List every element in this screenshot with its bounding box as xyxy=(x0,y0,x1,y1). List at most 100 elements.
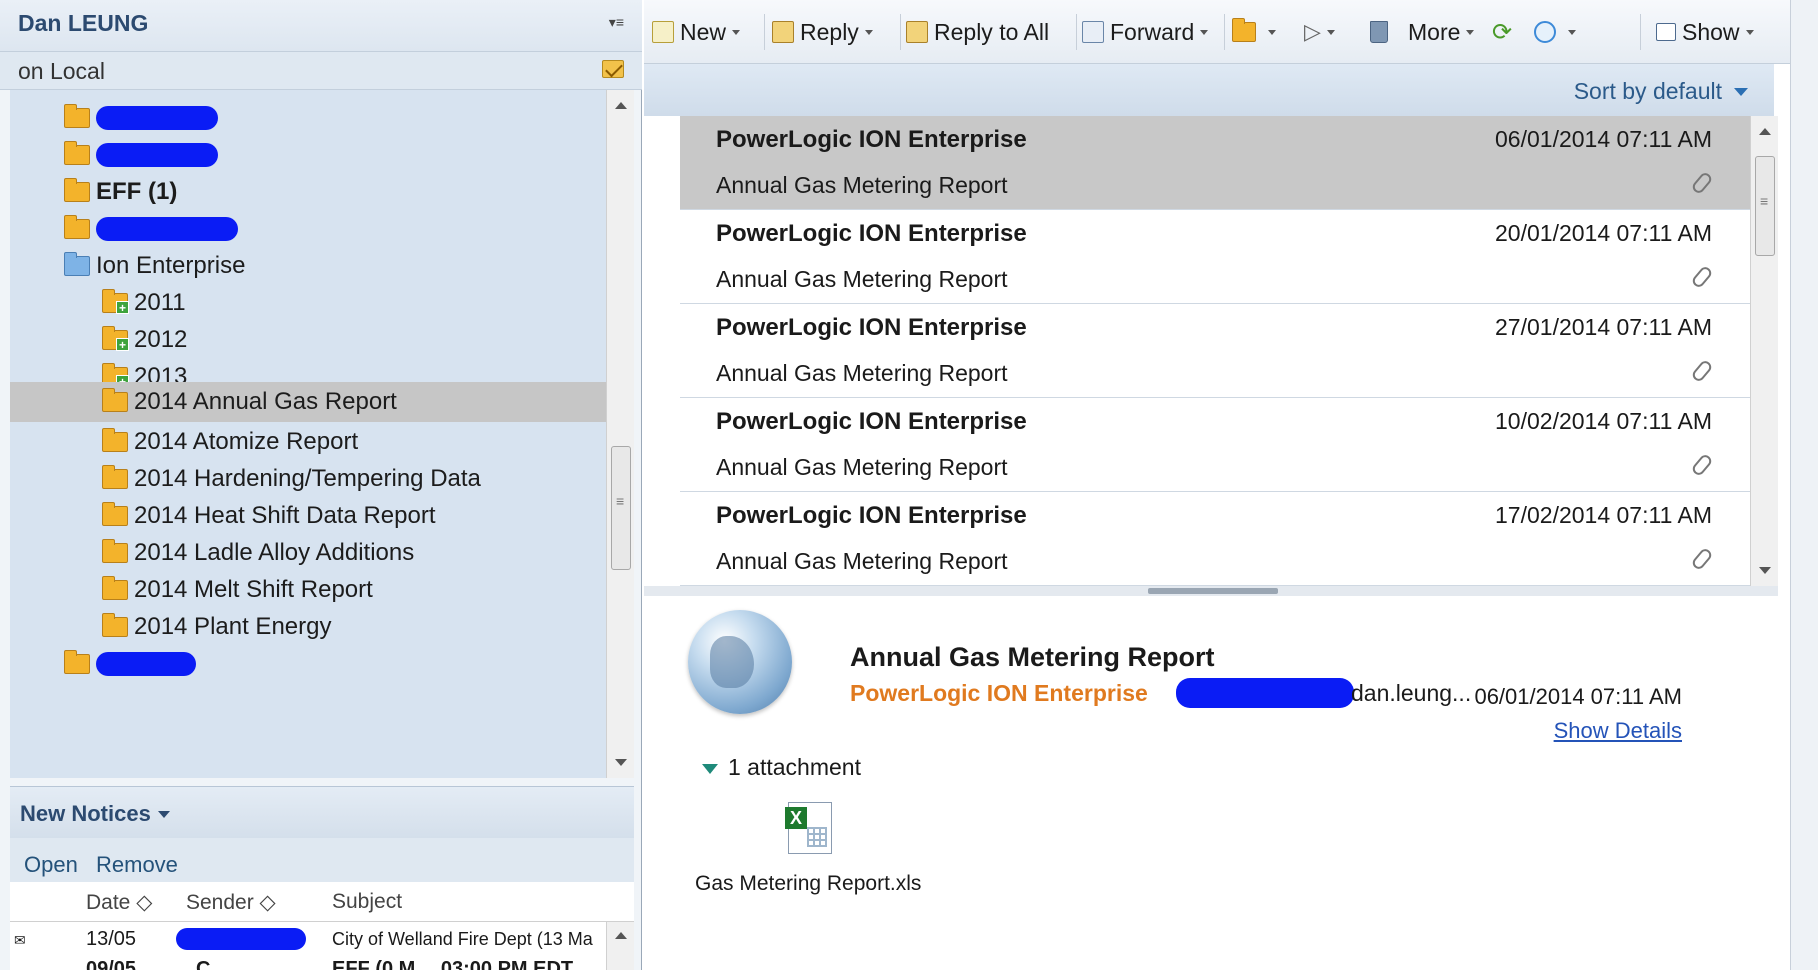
chevron-down-icon[interactable] xyxy=(1745,29,1754,35)
flag-icon: ▷ xyxy=(1304,19,1321,44)
folder-icon xyxy=(64,178,90,202)
left-panel: Dan LEUNG ▾≡ on Local EFF (1) Ion Enterp… xyxy=(0,0,642,970)
tree-folder-2012[interactable]: + 2012 xyxy=(102,320,187,360)
envelope-icon: ✉ xyxy=(14,932,26,948)
trash-icon xyxy=(1370,21,1388,43)
message-row[interactable]: PowerLogic ION Enterprise 20/01/2014 07:… xyxy=(680,210,1750,304)
paperclip-icon xyxy=(1690,170,1714,196)
notices-scrollbar[interactable] xyxy=(606,922,634,970)
new-notices-header[interactable]: New Notices xyxy=(10,786,634,838)
refresh-button[interactable]: ⟳ xyxy=(1492,16,1512,48)
tree-folder-label: 2014 Ladle Alloy Additions xyxy=(134,539,415,566)
mail-toolbar: New Reply Reply to All Forward ▷ More ⟳ xyxy=(644,0,1794,64)
new-button[interactable]: New xyxy=(652,16,741,48)
delete-button[interactable] xyxy=(1370,16,1394,48)
collapse-attachments-icon[interactable] xyxy=(702,764,718,774)
excel-file-icon[interactable] xyxy=(785,802,832,854)
pane-splitter[interactable] xyxy=(644,586,1778,596)
scroll-down-icon[interactable] xyxy=(1759,567,1771,574)
chevron-down-icon[interactable] xyxy=(1466,29,1475,35)
folder-expand-icon[interactable]: + xyxy=(102,289,129,314)
tree-folder[interactable] xyxy=(64,209,238,249)
folder-icon xyxy=(102,576,128,600)
chevron-down-icon[interactable] xyxy=(1568,29,1576,35)
notices-column-headers: Date ◇ Sender ◇ Subject xyxy=(10,882,634,922)
reading-sender[interactable]: PowerLogic ION Enterprise xyxy=(850,680,1148,707)
new-message-icon xyxy=(652,21,674,43)
sort-by-label[interactable]: Sort by default xyxy=(1574,78,1722,105)
scroll-down-icon[interactable] xyxy=(615,759,627,766)
chevron-down-icon[interactable] xyxy=(1268,29,1276,35)
chevron-down-icon[interactable] xyxy=(1200,29,1209,35)
tree-folder-2014-ladle-alloy[interactable]: 2014 Ladle Alloy Additions xyxy=(102,533,414,573)
scroll-thumb[interactable] xyxy=(1755,156,1775,256)
show-details-link[interactable]: Show Details xyxy=(1554,718,1682,744)
open-notice-button[interactable]: Open xyxy=(24,852,78,878)
message-row[interactable]: PowerLogic ION Enterprise 27/01/2014 07:… xyxy=(680,304,1750,398)
notice-row[interactable]: ✉ 13/05 City of Welland Fire Dept (13 Ma xyxy=(10,922,606,956)
message-sender: PowerLogic ION Enterprise xyxy=(716,408,1027,435)
column-date[interactable]: Date ◇ xyxy=(86,890,152,915)
window-edge xyxy=(1790,0,1818,970)
reply-all-button[interactable]: Reply to All xyxy=(906,16,1049,48)
splitter-handle[interactable] xyxy=(1148,588,1278,594)
tree-folder[interactable] xyxy=(64,135,218,175)
scroll-up-icon[interactable] xyxy=(1759,128,1771,135)
folder-tree: EFF (1) Ion Enterprise + 2011 + 2012 + 2… xyxy=(10,90,606,778)
tree-folder-2011[interactable]: + 2011 xyxy=(102,283,186,323)
show-button-label: Show xyxy=(1682,18,1740,45)
search-button[interactable] xyxy=(1534,16,1576,48)
folder-expand-icon[interactable]: + xyxy=(102,326,129,351)
tree-folder-2014-hardening[interactable]: 2014 Hardening/Tempering Data xyxy=(102,459,481,499)
tree-folder-2014-heat-shift[interactable]: 2014 Heat Shift Data Report xyxy=(102,496,436,536)
attachment-count[interactable]: 1 attachment xyxy=(728,754,861,781)
message-row[interactable]: PowerLogic ION Enterprise 17/02/2014 07:… xyxy=(680,492,1750,586)
remove-notice-button[interactable]: Remove xyxy=(96,852,178,878)
scroll-thumb[interactable] xyxy=(611,446,631,570)
more-button[interactable]: More xyxy=(1408,16,1475,48)
tree-folder[interactable] xyxy=(64,98,218,138)
attachment-name[interactable]: Gas Metering Report.xls xyxy=(695,872,921,896)
tree-folder-label: 2014 Plant Energy xyxy=(134,613,332,640)
message-row[interactable]: PowerLogic ION Enterprise 10/02/2014 07:… xyxy=(680,398,1750,492)
notice-row[interactable]: 09/05 C… EFF (0 M… 03:00 PM EDT xyxy=(10,956,606,970)
scroll-up-icon[interactable] xyxy=(615,932,627,939)
tree-folder-2014-annual-gas-report[interactable]: 2014 Annual Gas Report xyxy=(10,382,606,422)
folder-tree-scrollbar[interactable] xyxy=(606,90,634,778)
reading-date: 06/01/2014 07:11 AM xyxy=(1474,684,1682,709)
move-to-folder-button[interactable] xyxy=(1232,16,1276,48)
follow-up-button[interactable]: ▷ xyxy=(1304,16,1335,48)
chevron-down-icon[interactable] xyxy=(1734,88,1748,96)
mail-icon[interactable] xyxy=(602,60,624,78)
message-list-scrollbar[interactable] xyxy=(1750,116,1778,586)
tree-folder-eff[interactable]: EFF (1) xyxy=(64,172,177,212)
tree-folder-label: 2014 Atomize Report xyxy=(134,428,359,455)
reading-recipient[interactable]: dan.leung... xyxy=(1351,680,1471,707)
tree-folder-2014-plant-energy[interactable]: 2014 Plant Energy xyxy=(102,607,331,647)
chevron-down-icon[interactable] xyxy=(1326,29,1335,35)
column-sender[interactable]: Sender ◇ xyxy=(186,890,276,915)
account-menu-icon[interactable]: ▾≡ xyxy=(609,14,624,31)
chevron-down-icon[interactable] xyxy=(732,29,741,35)
tree-folder-ion-enterprise[interactable]: Ion Enterprise xyxy=(64,246,245,286)
column-subject[interactable]: Subject xyxy=(332,890,402,914)
forward-button[interactable]: Forward xyxy=(1082,16,1209,48)
account-header[interactable]: Dan LEUNG ▾≡ xyxy=(0,0,642,52)
tree-folder[interactable] xyxy=(64,644,196,684)
chevron-down-icon[interactable] xyxy=(864,29,873,35)
message-row[interactable]: PowerLogic ION Enterprise 06/01/2014 07:… xyxy=(680,116,1750,210)
folder-icon xyxy=(64,215,90,239)
folder-icon xyxy=(102,613,128,637)
chevron-down-icon[interactable] xyxy=(158,811,170,818)
search-icon xyxy=(1534,21,1556,43)
sort-bar[interactable]: Sort by default xyxy=(644,64,1774,116)
paperclip-icon xyxy=(1690,452,1714,478)
tree-folder-2014-melt-shift[interactable]: 2014 Melt Shift Report xyxy=(102,570,373,610)
scroll-up-icon[interactable] xyxy=(615,102,627,109)
folder-icon xyxy=(102,388,128,412)
reply-button[interactable]: Reply xyxy=(772,16,873,48)
show-button[interactable]: Show xyxy=(1656,16,1754,48)
message-sender: PowerLogic ION Enterprise xyxy=(716,314,1027,341)
message-date: 27/01/2014 07:11 AM xyxy=(1495,314,1712,340)
tree-folder-2014-atomize-report[interactable]: 2014 Atomize Report xyxy=(102,422,358,462)
